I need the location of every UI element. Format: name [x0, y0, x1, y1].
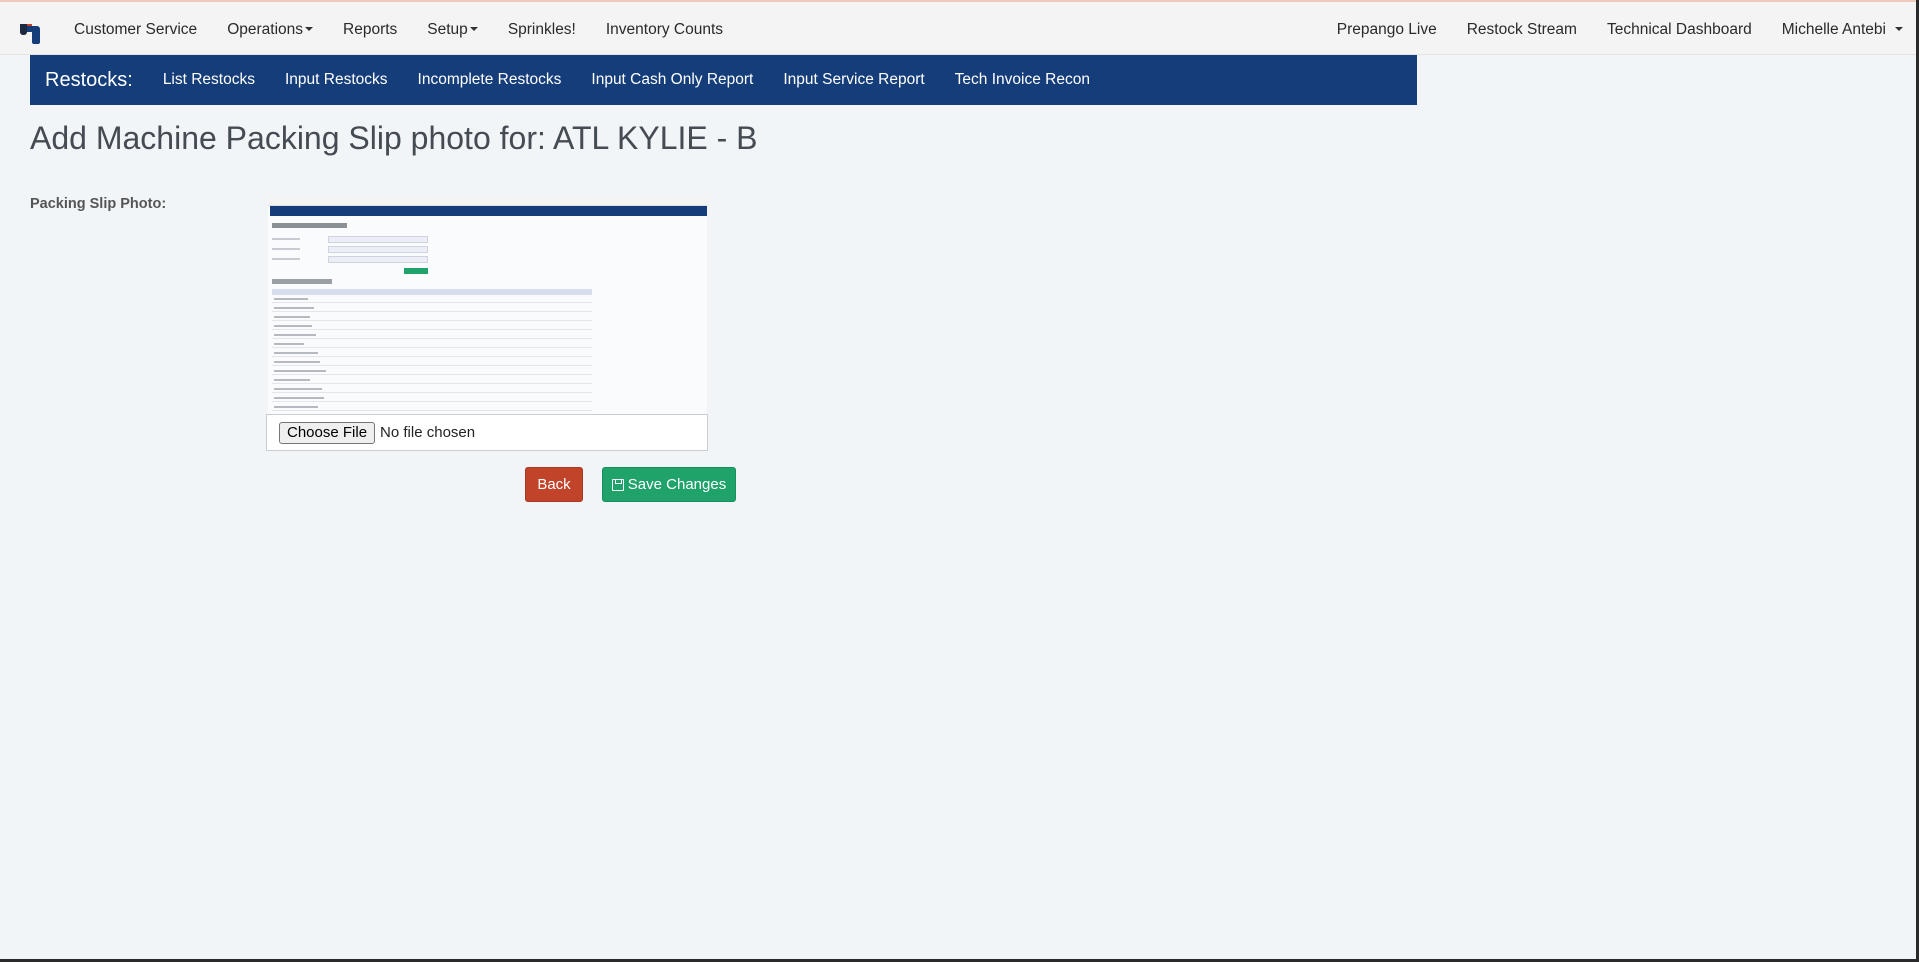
nav-setup-dropdown[interactable]: Setup	[427, 21, 478, 39]
subnav-list-restocks[interactable]: List Restocks	[163, 71, 255, 89]
app-logo-icon[interactable]	[18, 21, 42, 45]
user-menu-dropdown[interactable]: Michelle Antebi	[1782, 21, 1903, 39]
caret-down-icon	[469, 27, 478, 32]
save-changes-label: Save Changes	[627, 476, 727, 493]
nav-technical-dashboard[interactable]: Technical Dashboard	[1607, 21, 1752, 39]
caret-down-icon	[1895, 27, 1903, 32]
save-changes-button[interactable]: Save Changes	[602, 467, 736, 502]
nav-operations-dropdown[interactable]: Operations	[227, 20, 314, 39]
back-button-label: Back	[537, 476, 571, 493]
packing-slip-file-field: Choose File No file chosen	[266, 414, 708, 451]
nav-operations-label: Operations	[227, 20, 304, 38]
nav-reports[interactable]: Reports	[343, 21, 397, 39]
subnav-input-restocks[interactable]: Input Restocks	[285, 71, 388, 89]
nav-prepango-live[interactable]: Prepango Live	[1337, 21, 1437, 39]
file-status-text: No file chosen	[380, 424, 476, 441]
secondary-nav: Prepango Live Restock Stream Technical D…	[1307, 2, 1903, 57]
nav-customer-service[interactable]: Customer Service	[74, 21, 197, 39]
subnav-incomplete-restocks[interactable]: Incomplete Restocks	[418, 71, 562, 89]
packing-slip-photo-thumbnail	[268, 196, 707, 414]
nav-sprinkles[interactable]: Sprinkles!	[508, 21, 576, 39]
floppy-disk-icon	[611, 478, 624, 491]
subnav-input-cash-only-report[interactable]: Input Cash Only Report	[591, 71, 753, 89]
caret-down-icon	[305, 27, 314, 32]
nav-restock-stream[interactable]: Restock Stream	[1467, 21, 1577, 39]
subnav-tech-invoice-recon[interactable]: Tech Invoice Recon	[955, 71, 1090, 89]
subnav-title: Restocks:	[45, 68, 133, 91]
choose-file-button[interactable]: Choose File	[279, 421, 376, 444]
top-navbar: Customer Service Operations Reports Setu…	[0, 0, 1919, 55]
restocks-subnav: Restocks: List Restocks Input Restocks I…	[30, 55, 1417, 105]
main-nav: Customer Service Operations Reports Setu…	[74, 2, 753, 57]
packing-slip-photo-label: Packing Slip Photo:	[30, 196, 167, 212]
user-name: Michelle Antebi	[1781, 20, 1886, 38]
back-button[interactable]: Back	[525, 467, 583, 502]
nav-inventory-counts[interactable]: Inventory Counts	[606, 21, 723, 39]
nav-setup-label: Setup	[427, 20, 468, 38]
page-title: Add Machine Packing Slip photo for: ATL …	[30, 120, 758, 156]
subnav-input-service-report[interactable]: Input Service Report	[783, 71, 924, 89]
